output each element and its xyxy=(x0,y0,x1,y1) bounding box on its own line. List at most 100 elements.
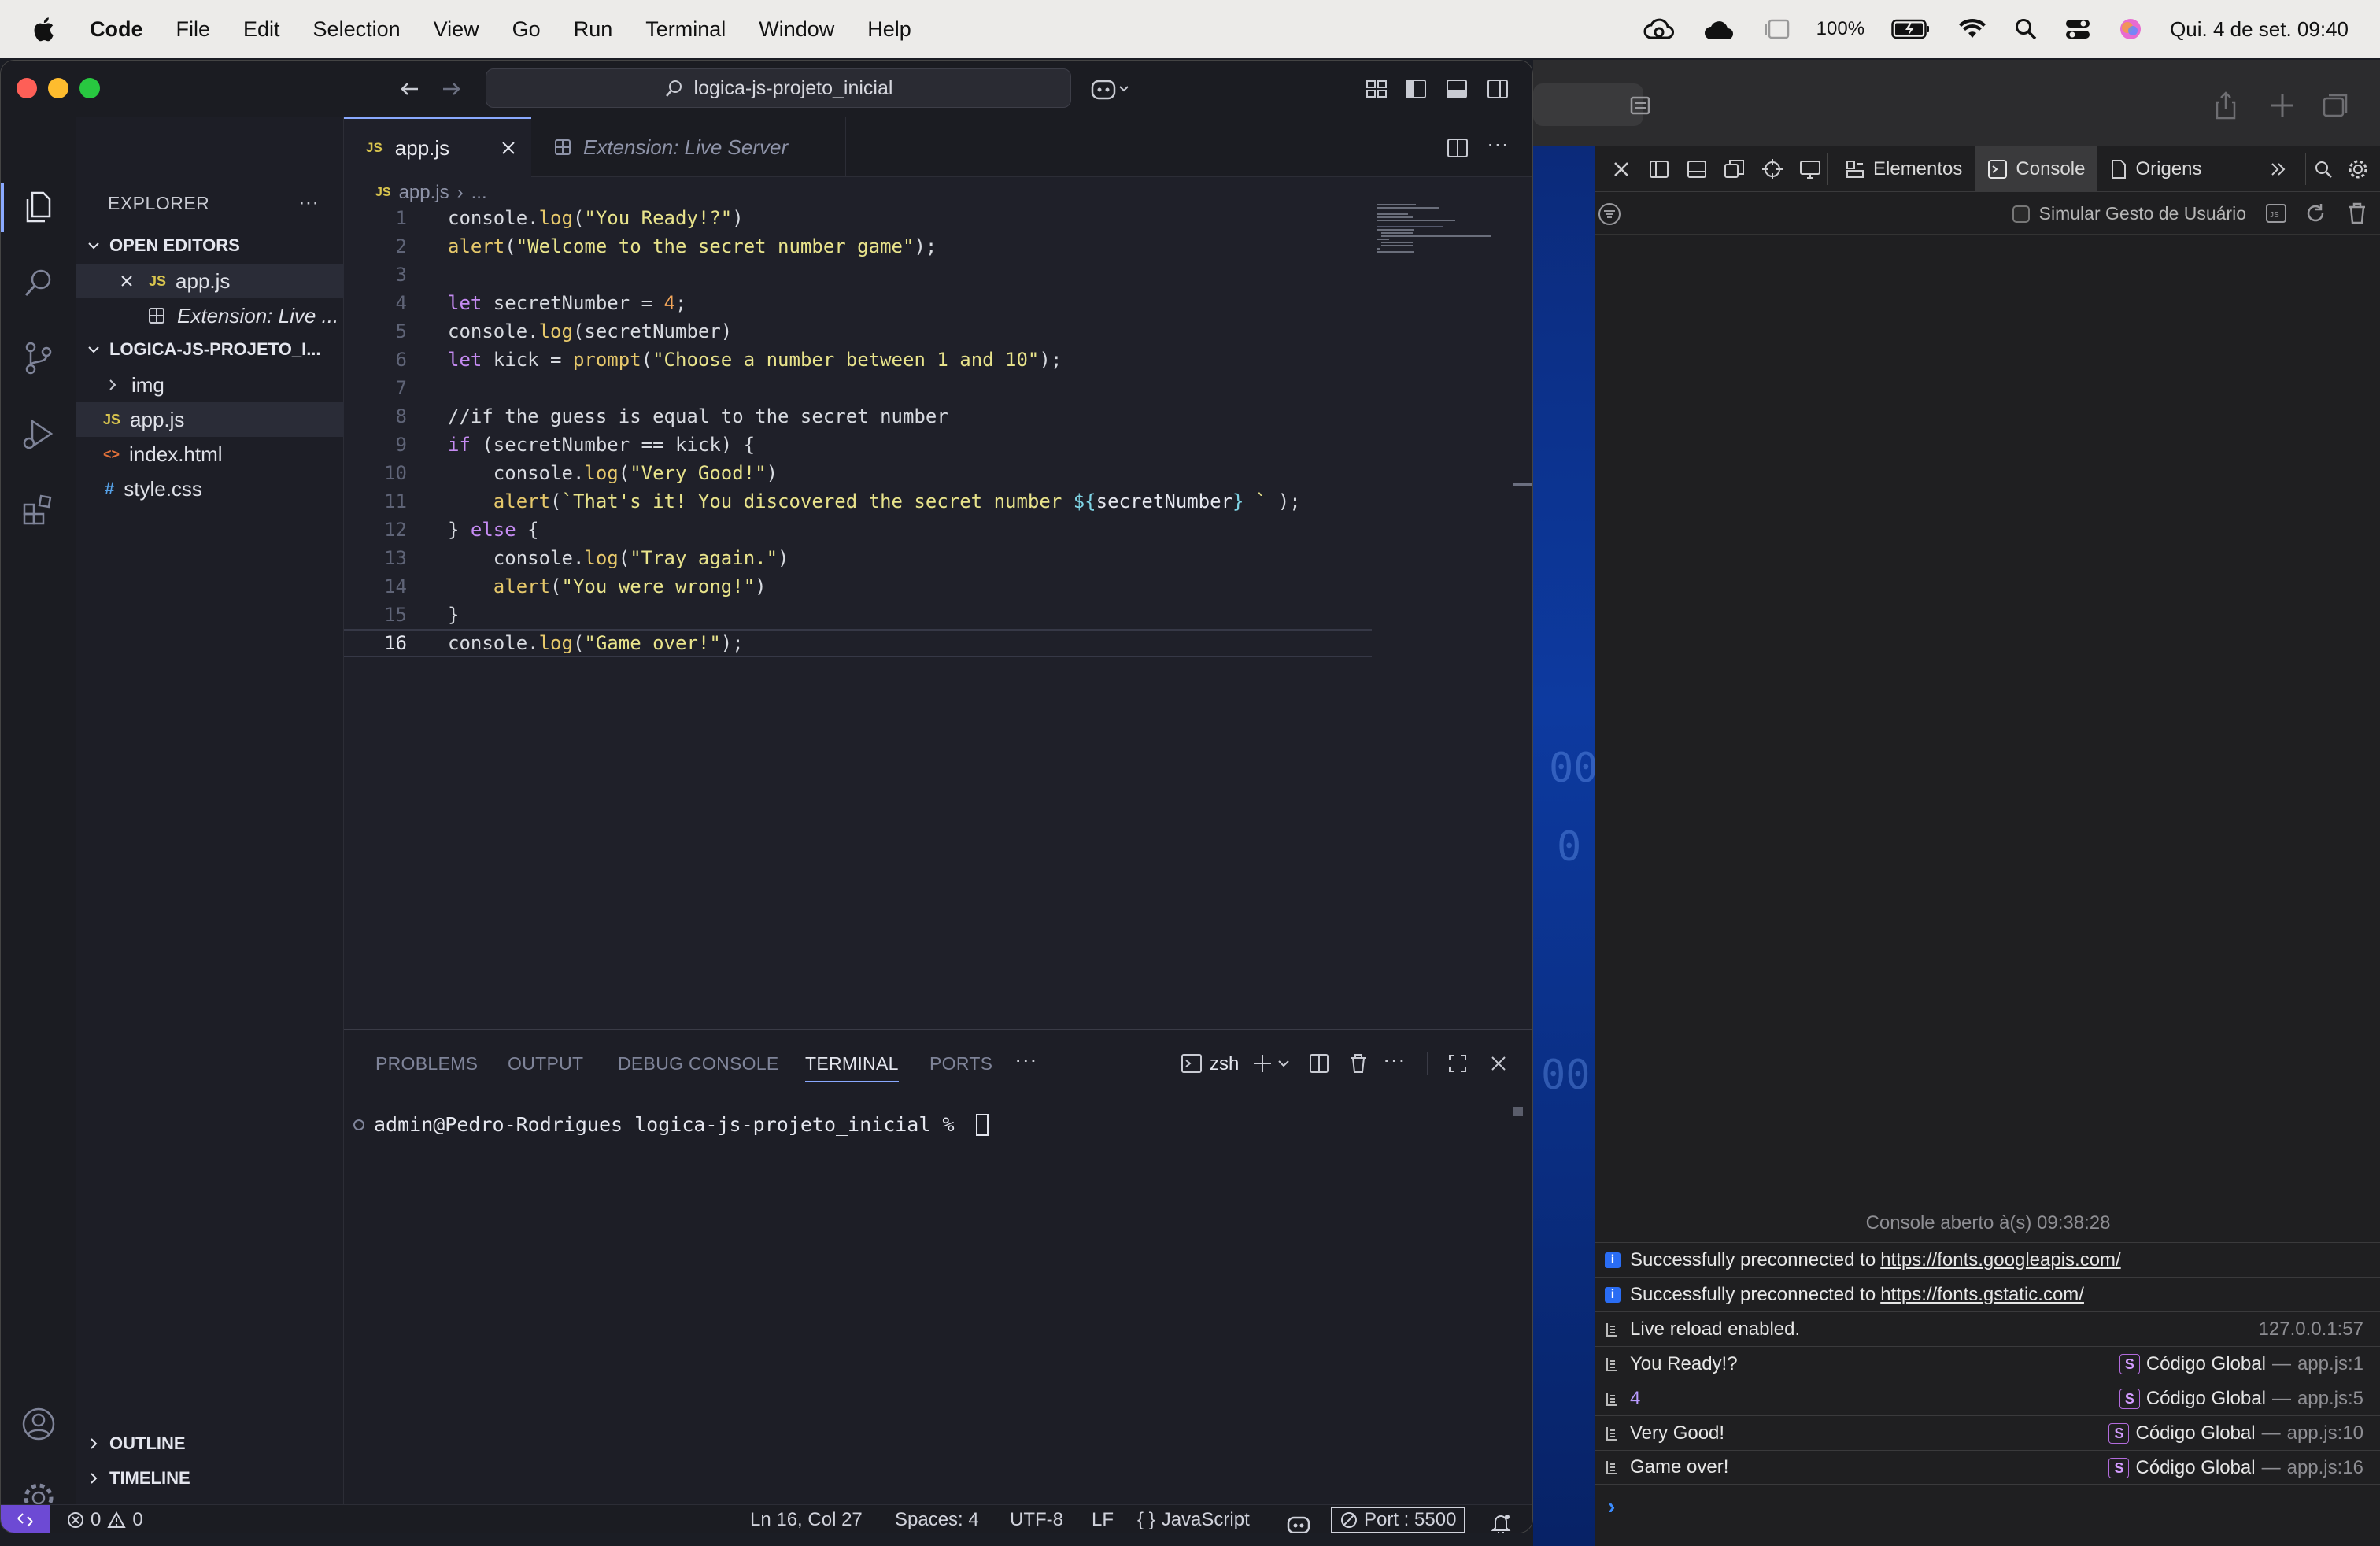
minimize-window-button[interactable] xyxy=(48,78,68,98)
extensions-icon[interactable] xyxy=(20,490,57,528)
code-line[interactable]: 4 let secretNumber = 4; xyxy=(344,289,1367,317)
code-line[interactable]: 2 alert("Welcome to the secret number gam… xyxy=(344,232,1367,261)
tab-overview-icon[interactable] xyxy=(2320,90,2352,121)
code-editor[interactable]: 1 console.log("You Ready!?") 2 alert("Welc… xyxy=(344,204,1372,1070)
toggle-panel-icon[interactable] xyxy=(1444,76,1469,102)
panel-tab-terminal[interactable]: TERMINAL xyxy=(805,1053,899,1082)
more-actions-icon[interactable]: ··· xyxy=(1487,131,1509,157)
copilot-icon[interactable] xyxy=(1090,76,1131,102)
timeline-section[interactable]: TIMELINE xyxy=(76,1462,344,1495)
date-time[interactable]: Qui. 4 de set. 09:40 xyxy=(2170,17,2349,42)
source-location[interactable]: app.js:10 xyxy=(2287,1422,2363,1444)
message-source[interactable]: S Código Global — app.js:10 xyxy=(2108,1416,2363,1451)
panel-tab-debug-console[interactable]: DEBUG CONSOLE xyxy=(618,1053,779,1074)
menu-view[interactable]: View xyxy=(434,17,479,42)
code-line[interactable]: 13 console.log("Tray again.") xyxy=(344,544,1367,572)
menu-file[interactable]: File xyxy=(176,17,211,42)
zoom-window-button[interactable] xyxy=(79,78,100,98)
source-control-icon[interactable] xyxy=(20,339,57,377)
notifications-bell-icon[interactable] xyxy=(1490,1508,1512,1533)
panel-tab-output[interactable]: OUTPUT xyxy=(508,1053,583,1074)
reload-icon[interactable] xyxy=(2304,202,2327,225)
close-window-button[interactable] xyxy=(17,78,37,98)
device-icon[interactable] xyxy=(1798,157,1822,181)
message-link[interactable]: https://fonts.gstatic.com/ xyxy=(1880,1284,2084,1306)
menu-terminal[interactable]: Terminal xyxy=(645,17,726,42)
problems-indicator[interactable]: 0 0 xyxy=(67,1505,143,1533)
cursor-position[interactable]: Ln 16, Col 27 xyxy=(750,1505,863,1533)
open-editor-item[interactable]: Extension: Live ... xyxy=(76,298,344,333)
split-terminal-icon[interactable] xyxy=(1307,1052,1331,1075)
tab-app-js[interactable]: JS app.js xyxy=(344,117,531,177)
message-source[interactable]: S Código Global — app.js:1 xyxy=(2119,1347,2363,1381)
share-icon[interactable] xyxy=(2210,90,2241,121)
new-tab-icon[interactable] xyxy=(2267,90,2298,121)
source-location[interactable]: app.js:1 xyxy=(2297,1353,2363,1375)
copilot-icon[interactable] xyxy=(1287,1510,1310,1533)
search-icon[interactable] xyxy=(2313,159,2334,179)
js-context-icon[interactable]: JS xyxy=(2264,202,2288,225)
control-center-icon[interactable] xyxy=(2064,17,2091,41)
trash-icon[interactable] xyxy=(1347,1052,1370,1075)
forward-arrow-icon[interactable] xyxy=(438,76,464,102)
battery-charging-icon[interactable] xyxy=(1891,19,1931,39)
element-picker-icon[interactable] xyxy=(1761,157,1784,181)
tree-item-app-js[interactable]: JS app.js xyxy=(76,402,344,437)
menu-run[interactable]: Run xyxy=(574,17,613,42)
spotlight-search-icon[interactable] xyxy=(2014,17,2038,41)
apple-logo-icon[interactable] xyxy=(31,16,55,43)
close-icon[interactable] xyxy=(1487,1052,1510,1075)
scrollbar-thumb[interactable] xyxy=(1513,1107,1523,1116)
terminal-shell-name[interactable]: zsh xyxy=(1210,1053,1239,1075)
code-line[interactable]: 11 alert(`That's it! You discovered the … xyxy=(344,487,1367,516)
customize-layout-icon[interactable] xyxy=(1364,76,1389,102)
stage-manager-icon[interactable] xyxy=(1763,17,1790,41)
open-editor-item[interactable]: JS app.js xyxy=(76,264,344,298)
close-icon[interactable] xyxy=(119,273,135,289)
undock-icon[interactable] xyxy=(1723,157,1746,181)
source-location[interactable]: app.js:5 xyxy=(2297,1388,2363,1410)
maximize-panel-icon[interactable] xyxy=(1446,1052,1469,1075)
language-mode[interactable]: { } JavaScript xyxy=(1137,1505,1250,1533)
more-actions-icon[interactable]: ··· xyxy=(298,190,319,214)
chevron-down-icon[interactable] xyxy=(1276,1052,1292,1075)
split-editor-icon[interactable] xyxy=(1446,136,1469,160)
tab-console[interactable]: Console xyxy=(1975,146,2098,192)
message-link[interactable]: https://fonts.googleapis.com/ xyxy=(1880,1249,2121,1271)
code-line[interactable]: 3 xyxy=(344,261,1367,289)
console-message[interactable]: Live reload enabled. 127.0.0.1:57 xyxy=(1595,1311,2380,1346)
code-line[interactable]: 6 let kick = prompt("Choose a number betw… xyxy=(344,346,1367,374)
toggle-primary-sidebar-icon[interactable] xyxy=(1403,76,1428,102)
tab-elements[interactable]: Elementos xyxy=(1832,146,1975,192)
source-location[interactable]: app.js:16 xyxy=(2287,1457,2363,1479)
tree-item-style-css[interactable]: # style.css xyxy=(76,472,344,506)
minimap[interactable] xyxy=(1375,202,1501,328)
breadcrumb-symbol[interactable]: ... xyxy=(471,182,487,204)
code-line[interactable]: 15} xyxy=(344,601,1367,629)
close-icon[interactable] xyxy=(500,139,517,157)
console-message[interactable]: i Successfully preconnected to https://f… xyxy=(1595,1242,2380,1277)
tab-sources[interactable]: Origens xyxy=(2097,146,2214,192)
wifi-icon[interactable] xyxy=(1957,17,1987,41)
code-line[interactable]: 9 if (secretNumber == kick) { xyxy=(344,431,1367,459)
code-line-current[interactable]: 16 console.log("Game over!"); xyxy=(344,629,1372,657)
back-arrow-icon[interactable] xyxy=(397,76,423,102)
dock-bottom-icon[interactable] xyxy=(1685,157,1709,181)
more-tabs-icon[interactable] xyxy=(2268,159,2289,179)
console-message[interactable]: i Successfully preconnected to https://f… xyxy=(1595,1277,2380,1311)
run-and-debug-icon[interactable] xyxy=(20,415,57,453)
simulate-gesture-checkbox[interactable] xyxy=(2012,205,2030,223)
message-source[interactable]: S Código Global — app.js:16 xyxy=(2108,1451,2363,1485)
code-line[interactable]: 7 xyxy=(344,374,1367,402)
tab-live-server[interactable]: Extension: Live Server xyxy=(531,117,846,177)
menu-help[interactable]: Help xyxy=(867,17,911,42)
menu-go[interactable]: Go xyxy=(512,17,541,42)
console-message[interactable]: 4 S Código Global — app.js:5 xyxy=(1595,1381,2380,1415)
menu-app-name[interactable]: Code xyxy=(90,17,143,42)
panel-tab-ports[interactable]: PORTS xyxy=(929,1053,992,1074)
tree-item-img[interactable]: img xyxy=(76,368,344,402)
menu-selection[interactable]: Selection xyxy=(313,17,401,42)
filter-icon[interactable] xyxy=(1597,202,1622,227)
code-line[interactable]: 10 console.log("Very Good!") xyxy=(344,459,1367,487)
code-line[interactable]: 14 alert("You were wrong!") xyxy=(344,572,1367,601)
